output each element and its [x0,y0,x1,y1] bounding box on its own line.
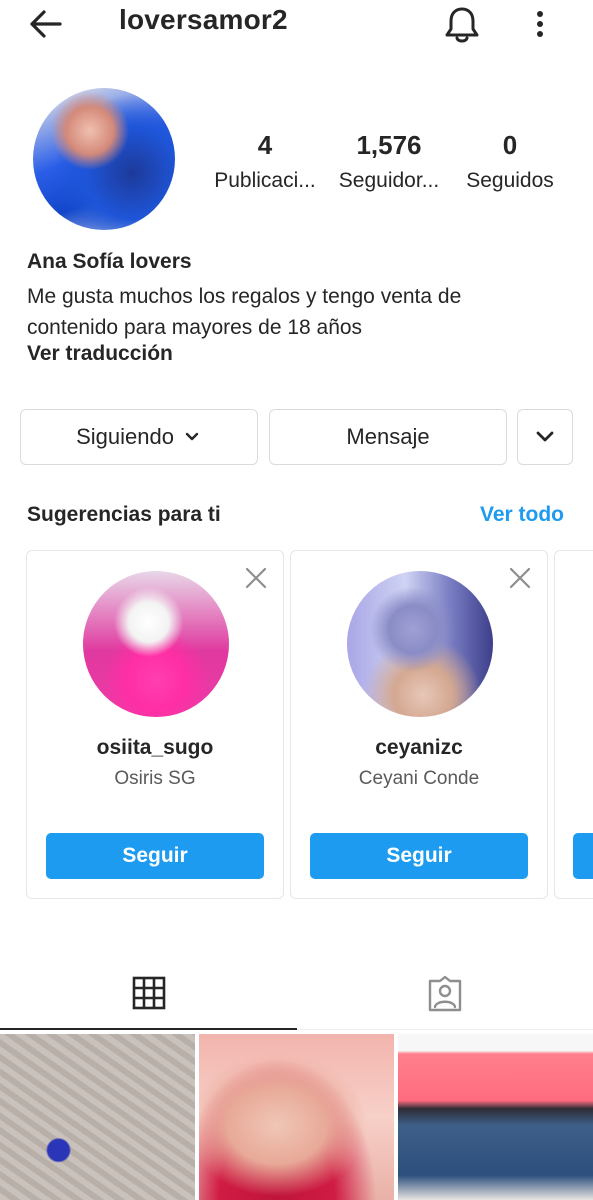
grid-icon [132,976,165,1010]
post-thumbnail[interactable] [0,1034,195,1200]
following-button-label: Siguiendo [76,424,174,449]
suggestion-avatar[interactable] [83,571,229,717]
suggestion-username[interactable]: osiita_sugo [27,736,283,760]
arrow-left-icon[interactable] [24,4,68,44]
chevron-down-icon [536,431,554,442]
following-label: Seguidos [466,169,554,192]
suggestions-title: Sugerencias para ti [27,503,221,526]
top-bar: loversamor2 [0,0,593,52]
chevron-down-icon [185,432,199,441]
suggestion-avatar[interactable] [347,571,493,717]
following-count: 0 [502,130,518,160]
message-button[interactable]: Mensaje [269,409,507,465]
post-thumbnail[interactable] [199,1034,394,1200]
bio-line: Me gusta muchos los regalos y tengo vent… [27,285,462,308]
follow-button[interactable] [573,833,593,879]
followers-count: 1,576 [356,130,422,160]
message-button-label: Mensaje [346,424,430,449]
followers-label: Seguidor... [338,169,440,192]
follow-button[interactable]: Seguir [46,833,264,879]
suggestion-name: Ceyani Conde [358,768,480,789]
suggested-toggle-button[interactable] [517,409,573,465]
follow-button[interactable]: Seguir [310,833,528,879]
profile-bio: Me gusta muchos los regalos y tengo vent… [27,281,567,343]
tagged-user-icon [428,975,462,1011]
see-all-link[interactable]: Ver todo [480,503,564,527]
post-thumbnail[interactable] [398,1034,593,1200]
following-button[interactable]: Siguiendo [20,409,258,465]
suggestion-card[interactable] [554,550,593,899]
bell-icon[interactable] [440,2,484,46]
bio-line: contenido para mayores de 18 años [27,316,363,339]
posts-label: Publicaci... [214,169,316,192]
posts-count: 4 [257,130,273,160]
suggestion-card[interactable]: osiita_sugo Osiris SG Seguir [26,550,284,899]
suggestion-card[interactable]: ceyanizc Ceyani Conde Seguir [290,550,548,899]
tab-tagged[interactable] [297,958,593,1030]
see-translation-link[interactable]: Ver traducción [27,342,173,366]
suggestion-username[interactable]: ceyanizc [291,736,547,760]
posts-stat[interactable]: 4 Publicaci... [205,130,325,193]
profile-username: loversamor2 [119,4,288,35]
suggestion-name: Osiris SG [114,768,196,789]
tab-posts-grid[interactable] [0,958,297,1030]
close-icon[interactable] [507,565,533,591]
followers-stat[interactable]: 1,576 Seguidor... [330,130,448,193]
profile-avatar[interactable] [33,88,175,230]
more-vertical-icon[interactable] [524,4,556,44]
following-stat[interactable]: 0 Seguidos [455,130,565,193]
profile-full-name: Ana Sofía lovers [27,250,192,273]
close-icon[interactable] [243,565,269,591]
